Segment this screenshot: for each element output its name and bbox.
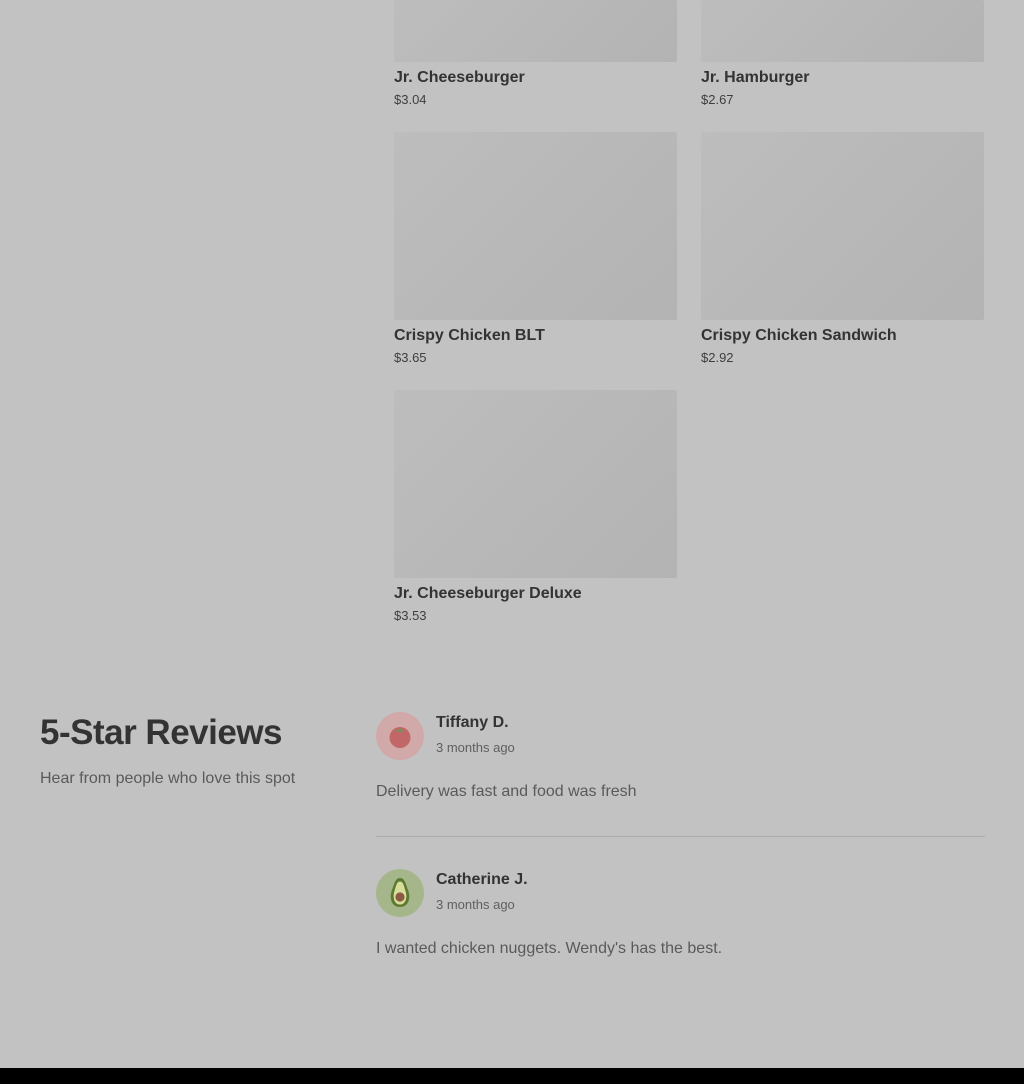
menu-item-price: $3.53	[394, 608, 427, 623]
menu-item-price: $3.65	[394, 350, 427, 365]
menu-item-name: Crispy Chicken Sandwich	[701, 327, 897, 344]
review-time: 3 months ago	[436, 740, 515, 755]
menu-item-name: Jr. Hamburger	[701, 69, 810, 86]
reviewer-name: Catherine J.	[436, 871, 528, 888]
menu-item-card[interactable]: Jr. Cheeseburger Deluxe $3.53	[394, 390, 677, 625]
reviews-heading: 5-Star Reviews	[40, 713, 283, 752]
reviews-subheading: Hear from people who love this spot	[40, 770, 296, 787]
review-divider	[376, 836, 985, 837]
review-text: Delivery was fast and food was fresh	[376, 783, 637, 800]
menu-item-image	[394, 132, 677, 320]
footer-bar	[0, 1068, 1024, 1084]
reviewer-name: Tiffany D.	[436, 714, 509, 731]
review-text: I wanted chicken nuggets. Wendy's has th…	[376, 940, 723, 957]
menu-item-image	[701, 132, 984, 320]
menu-item-price: $2.67	[701, 92, 734, 107]
tomato-icon	[376, 712, 424, 760]
menu-item-card[interactable]: Crispy Chicken BLT $3.65	[394, 132, 677, 367]
menu-item-name: Jr. Cheeseburger	[394, 69, 525, 86]
menu-item-card[interactable]: Crispy Chicken Sandwich $2.92	[701, 132, 984, 367]
menu-item-image	[394, 0, 677, 62]
menu-item-image	[701, 0, 984, 62]
menu-item-price: $2.92	[701, 350, 734, 365]
menu-item-card[interactable]: Jr. Cheeseburger $3.04	[394, 0, 677, 109]
avocado-icon	[376, 869, 424, 917]
menu-item-price: $3.04	[394, 92, 427, 107]
menu-item-name: Crispy Chicken BLT	[394, 327, 545, 344]
menu-item-image	[394, 390, 677, 578]
menu-item-name: Jr. Cheeseburger Deluxe	[394, 585, 582, 602]
menu-item-card[interactable]: Jr. Hamburger $2.67	[701, 0, 984, 109]
review-time: 3 months ago	[436, 897, 515, 912]
